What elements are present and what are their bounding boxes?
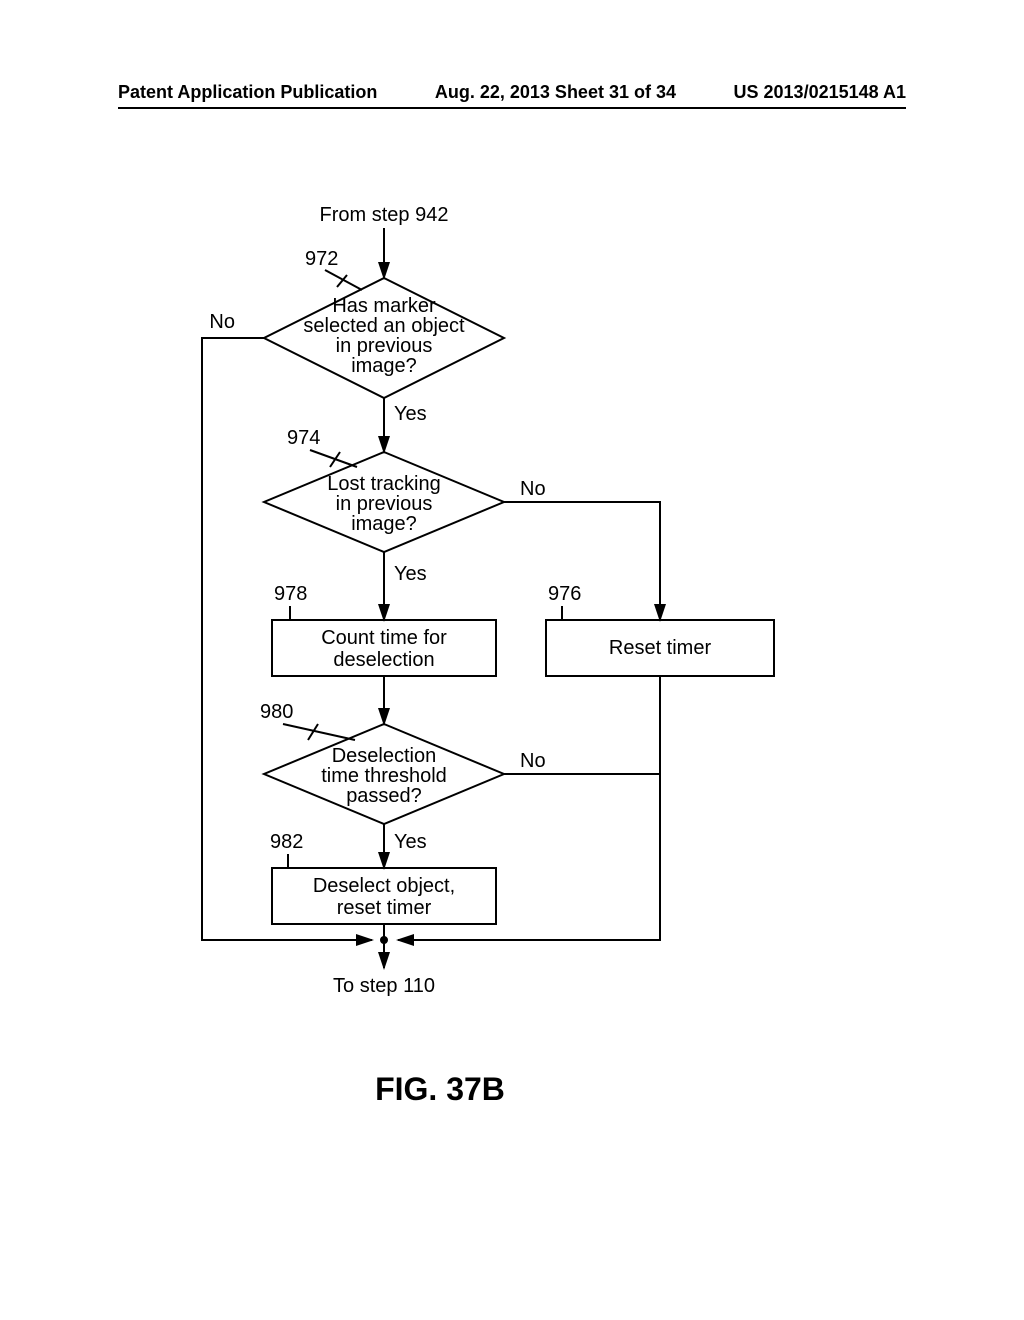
edge-no: No	[209, 311, 235, 333]
svg-text:image?: image?	[351, 513, 417, 535]
svg-text:Lost tracking: Lost tracking	[327, 473, 440, 495]
ref-974: 974	[287, 427, 320, 449]
svg-text:Deselect object,: Deselect object,	[313, 875, 455, 897]
svg-text:selected an object: selected an object	[303, 315, 465, 337]
svg-text:reset timer: reset timer	[337, 897, 432, 919]
ref-972: 972	[305, 248, 338, 270]
flowchart: From step 942 Has marker selected an obj…	[0, 0, 1024, 1320]
svg-text:Count time for: Count time for	[321, 627, 447, 649]
ref-982: 982	[270, 831, 303, 853]
exit-label: To step 110	[333, 975, 435, 997]
svg-text:Has marker: Has marker	[332, 295, 436, 317]
entry-label: From step 942	[320, 204, 449, 226]
svg-text:in previous: in previous	[336, 493, 433, 515]
svg-text:Deselection: Deselection	[332, 745, 437, 767]
edge-yes: Yes	[394, 563, 427, 585]
edge-yes: Yes	[394, 403, 427, 425]
ref-980: 980	[260, 701, 293, 723]
edge-no: No	[520, 750, 546, 772]
svg-text:deselection: deselection	[333, 649, 434, 671]
svg-text:passed?: passed?	[346, 785, 422, 807]
ref-976: 976	[548, 583, 581, 605]
svg-text:in previous: in previous	[336, 335, 433, 357]
ref-978: 978	[274, 583, 307, 605]
edge-yes: Yes	[394, 831, 427, 853]
svg-text:image?: image?	[351, 355, 417, 377]
edge-no: No	[520, 478, 546, 500]
svg-text:Reset timer: Reset timer	[609, 637, 712, 659]
svg-text:time threshold: time threshold	[321, 765, 447, 787]
figure-label: FIG. 37B	[375, 1071, 505, 1107]
